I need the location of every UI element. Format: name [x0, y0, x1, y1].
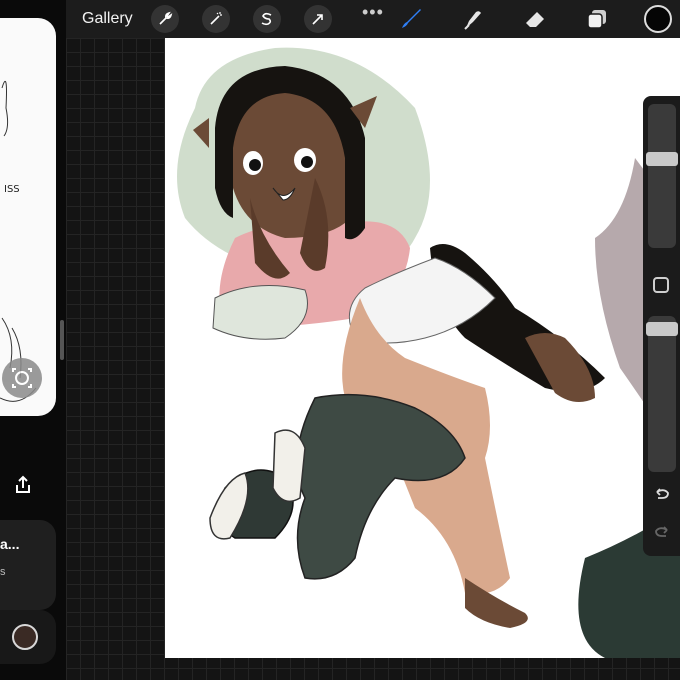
transform-arrow-icon: [312, 14, 323, 25]
reference-sketch: [0, 80, 37, 402]
actions-button[interactable]: [151, 5, 179, 33]
media-card[interactable]: a... s: [0, 520, 56, 610]
split-divider-handle[interactable]: [60, 320, 64, 360]
color-picker-button[interactable]: [644, 5, 672, 33]
media-card-title: a...: [0, 536, 20, 552]
wrench-icon: [159, 11, 173, 25]
reference-card[interactable]: ISS: [0, 18, 56, 416]
opacity-thumb[interactable]: [646, 322, 678, 336]
eraser-tool-button[interactable]: [522, 6, 548, 32]
more-options-button[interactable]: •••: [362, 2, 384, 23]
brush-icon: [402, 9, 421, 28]
smudge-icon: [464, 11, 481, 30]
lens-icon: [12, 368, 32, 388]
modify-square-icon[interactable]: [653, 277, 669, 293]
gallery-button[interactable]: Gallery: [82, 10, 133, 28]
selection-s-icon: [261, 12, 272, 26]
brush-tool-button[interactable]: [398, 6, 424, 32]
magic-wand-icon: [210, 12, 222, 25]
redo-icon[interactable]: [652, 522, 672, 542]
layers-icon: [587, 10, 606, 29]
sketch-text: ISS: [4, 184, 20, 195]
canvas-artwork: [177, 47, 680, 658]
brush-size-thumb[interactable]: [646, 152, 678, 166]
brush-size-slider[interactable]: [648, 104, 676, 248]
undo-icon[interactable]: [652, 484, 672, 504]
media-card-subtitle: s: [0, 566, 6, 578]
avatar[interactable]: [12, 624, 38, 650]
layers-button[interactable]: [584, 6, 610, 32]
eraser-icon: [526, 12, 544, 27]
selection-button[interactable]: [253, 5, 281, 33]
smudge-tool-button[interactable]: [460, 6, 486, 32]
drawing-canvas[interactable]: [165, 38, 680, 658]
lens-search-button[interactable]: [2, 358, 42, 398]
share-icon[interactable]: [12, 474, 34, 496]
adjustments-button[interactable]: [202, 5, 230, 33]
transform-button[interactable]: [304, 5, 332, 33]
opacity-slider[interactable]: [648, 316, 676, 472]
